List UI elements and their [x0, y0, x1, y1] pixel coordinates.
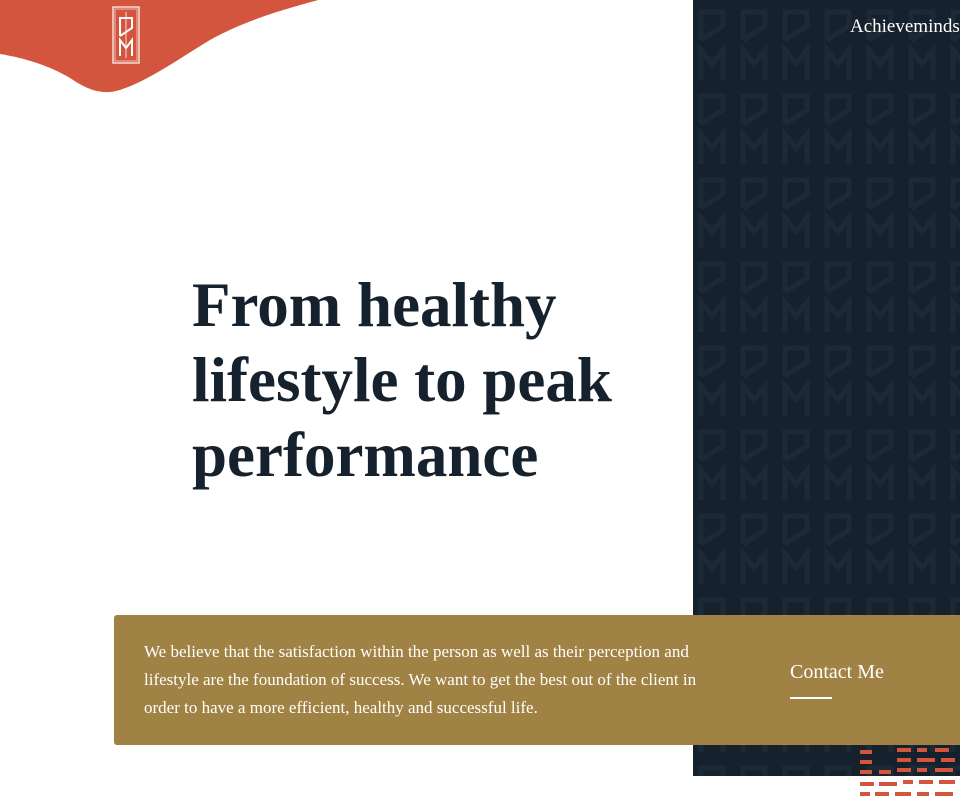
headline-line-1: From healthy — [192, 270, 557, 340]
contact-underline — [790, 697, 832, 699]
headline-line-2: lifestyle to peak — [192, 345, 612, 415]
hero-headline: From healthy lifestyle to peak performan… — [192, 268, 662, 493]
page: Achieveminds From healthy lifestyle to p… — [0, 0, 960, 800]
red-dash-pattern-decoration — [860, 748, 955, 796]
orange-wave-decoration — [0, 0, 318, 93]
brand-name-link[interactable]: Achieveminds — [850, 16, 960, 38]
headline-line-3: performance — [192, 420, 539, 490]
mission-banner: We believe that the satisfaction within … — [114, 615, 960, 745]
am-monogram-logo-icon[interactable] — [112, 6, 140, 64]
mission-description: We believe that the satisfaction within … — [144, 642, 697, 717]
contact-me-link[interactable]: Contact Me — [790, 661, 884, 684]
